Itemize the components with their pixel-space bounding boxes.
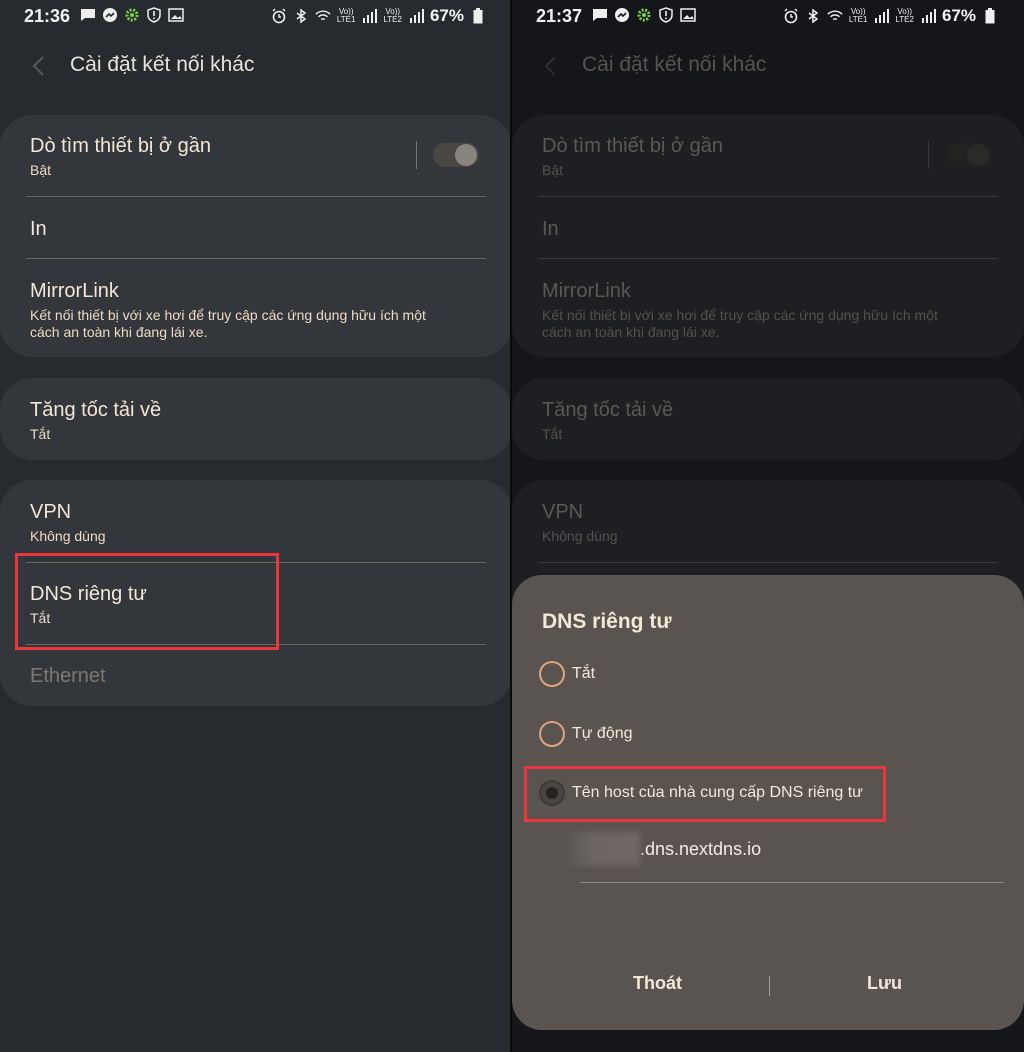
messenger-icon <box>615 8 629 22</box>
back-arrow-icon <box>544 56 556 76</box>
item-subtitle: Kết nối thiết bị với xe hơi để truy cập … <box>542 307 938 340</box>
divider <box>538 562 998 563</box>
item-title: In <box>30 218 47 240</box>
alarm-icon <box>784 8 798 24</box>
settings-gear-icon <box>125 8 139 22</box>
image-icon <box>680 8 696 22</box>
input-underline <box>580 882 1004 883</box>
hostname-input[interactable]: .dns.nextdns.io <box>562 832 761 866</box>
battery-percent: 67% <box>941 6 976 25</box>
divider <box>26 258 486 259</box>
radio-off[interactable] <box>539 661 565 687</box>
item-subtitle: Không dùng <box>30 528 106 544</box>
item-title: VPN <box>30 501 72 523</box>
bluetooth-icon <box>296 8 307 24</box>
signal-icon <box>363 9 378 23</box>
divider <box>538 196 998 197</box>
option-off[interactable]: Tắt <box>539 661 595 687</box>
list-item-download-booster[interactable]: Tăng tốc tải về Tắt <box>30 399 486 443</box>
page-title: Cài đặt kết nối khác <box>70 53 255 76</box>
left-screenshot: 21:36 Vo)) LTE1 Vo)) LTE2 67% Cài đặt kết … <box>0 0 512 1052</box>
settings-card: Dò tìm thiết bị ở gần Bật In MirrorLink … <box>512 115 1024 357</box>
list-item-mirrorlink[interactable]: MirrorLink Kết nối thiết bị với xe hơi đ… <box>30 280 486 341</box>
item-subtitle: Không dùng <box>542 528 618 544</box>
list-item-mirrorlink: MirrorLink Kết nối thiết bị với xe hơi đ… <box>542 280 998 341</box>
item-subtitle: Bật <box>542 162 564 178</box>
battery-icon <box>985 8 995 24</box>
cancel-button[interactable]: Thoát <box>633 973 682 994</box>
option-automatic[interactable]: Tự động <box>539 721 633 747</box>
option-label: Tắt <box>572 665 596 682</box>
image-icon <box>168 8 184 22</box>
item-title: Tăng tốc tải về <box>30 399 162 421</box>
toggle-divider <box>928 141 929 169</box>
divider <box>26 196 486 197</box>
signal-icon <box>409 9 424 23</box>
wifi-icon <box>315 10 331 21</box>
item-title: Dò tìm thiết bị ở gần <box>30 135 211 157</box>
item-subtitle: Tắt <box>542 426 563 442</box>
item-title: MirrorLink <box>542 280 631 302</box>
toggle-divider <box>416 141 417 169</box>
settings-gear-icon <box>637 8 651 22</box>
highlight-box <box>524 766 886 822</box>
toggle-knob <box>967 144 989 166</box>
option-label: Tự động <box>572 725 633 742</box>
shield-icon <box>147 7 161 23</box>
list-item-nearby-scan: Dò tìm thiết bị ở gần Bật <box>542 135 998 179</box>
item-title: VPN <box>542 501 584 523</box>
signal-icon <box>921 9 936 23</box>
item-title: In <box>542 218 559 240</box>
status-bar: 21:36 Vo)) LTE1 Vo)) LTE2 67% <box>0 0 512 32</box>
wifi-icon <box>827 10 843 21</box>
hostname-value: .dns.nextdns.io <box>640 838 762 859</box>
list-item-ethernet: Ethernet <box>30 665 486 688</box>
status-time: 21:36 <box>24 6 71 26</box>
toggle-knob <box>455 144 477 166</box>
list-item-print[interactable]: In <box>30 218 486 241</box>
sim2-label: Vo)) LTE2 <box>895 7 914 24</box>
list-item-vpn[interactable]: VPN Không dùng <box>30 501 486 545</box>
button-divider <box>769 976 770 996</box>
battery-icon <box>473 8 483 24</box>
list-item-vpn: VPN Không dùng <box>542 501 998 545</box>
dialog-title: DNS riêng tư <box>542 610 672 633</box>
back-arrow-icon[interactable] <box>30 55 50 77</box>
sim1-label: Vo)) LTE1 <box>336 7 356 24</box>
page-title: Cài đặt kết nối khác <box>582 53 767 76</box>
item-title: Tăng tốc tải về <box>542 399 674 421</box>
item-subtitle: Tắt <box>30 426 51 442</box>
status-time: 21:37 <box>536 6 583 26</box>
item-subtitle: Kết nối thiết bị với xe hơi để truy cập … <box>30 307 426 340</box>
battery-percent: 67% <box>429 6 464 25</box>
save-button[interactable]: Lưu <box>867 973 902 994</box>
status-bar: 21:37 Vo)) LTE1 Vo)) LTE2 67% <box>512 0 1024 32</box>
settings-card: Dò tìm thiết bị ở gần Bật In MirrorLink … <box>0 115 512 357</box>
list-item-print: In <box>542 218 998 241</box>
signal-icon <box>875 9 890 23</box>
message-icon <box>81 9 95 21</box>
message-icon <box>593 9 607 21</box>
sim1-label: Vo)) LTE1 <box>848 7 868 24</box>
redacted-hostname-prefix <box>562 832 640 866</box>
list-item-download-booster: Tăng tốc tải về Tắt <box>542 399 998 443</box>
radio-automatic[interactable] <box>539 721 565 747</box>
item-title: Dò tìm thiết bị ở gần <box>542 135 723 157</box>
settings-card: Tăng tốc tải về Tắt <box>512 378 1024 460</box>
item-subtitle: Bật <box>30 162 52 178</box>
messenger-icon <box>103 8 117 22</box>
divider <box>538 258 998 259</box>
highlight-box <box>15 553 279 650</box>
nearby-scan-toggle <box>945 143 991 167</box>
item-title: Ethernet <box>30 665 106 687</box>
alarm-icon <box>272 8 286 24</box>
shield-icon <box>659 7 673 23</box>
list-item-nearby-scan[interactable]: Dò tìm thiết bị ở gần Bật <box>30 135 486 179</box>
bluetooth-icon <box>808 8 819 24</box>
right-screenshot: 21:37 Vo)) LTE1 Vo)) LTE2 67% Cài đặt kết … <box>512 0 1024 1052</box>
item-title: MirrorLink <box>30 280 119 302</box>
sim2-label: Vo)) LTE2 <box>383 7 402 24</box>
nearby-scan-toggle[interactable] <box>433 143 479 167</box>
settings-card: Tăng tốc tải về Tắt <box>0 378 512 460</box>
